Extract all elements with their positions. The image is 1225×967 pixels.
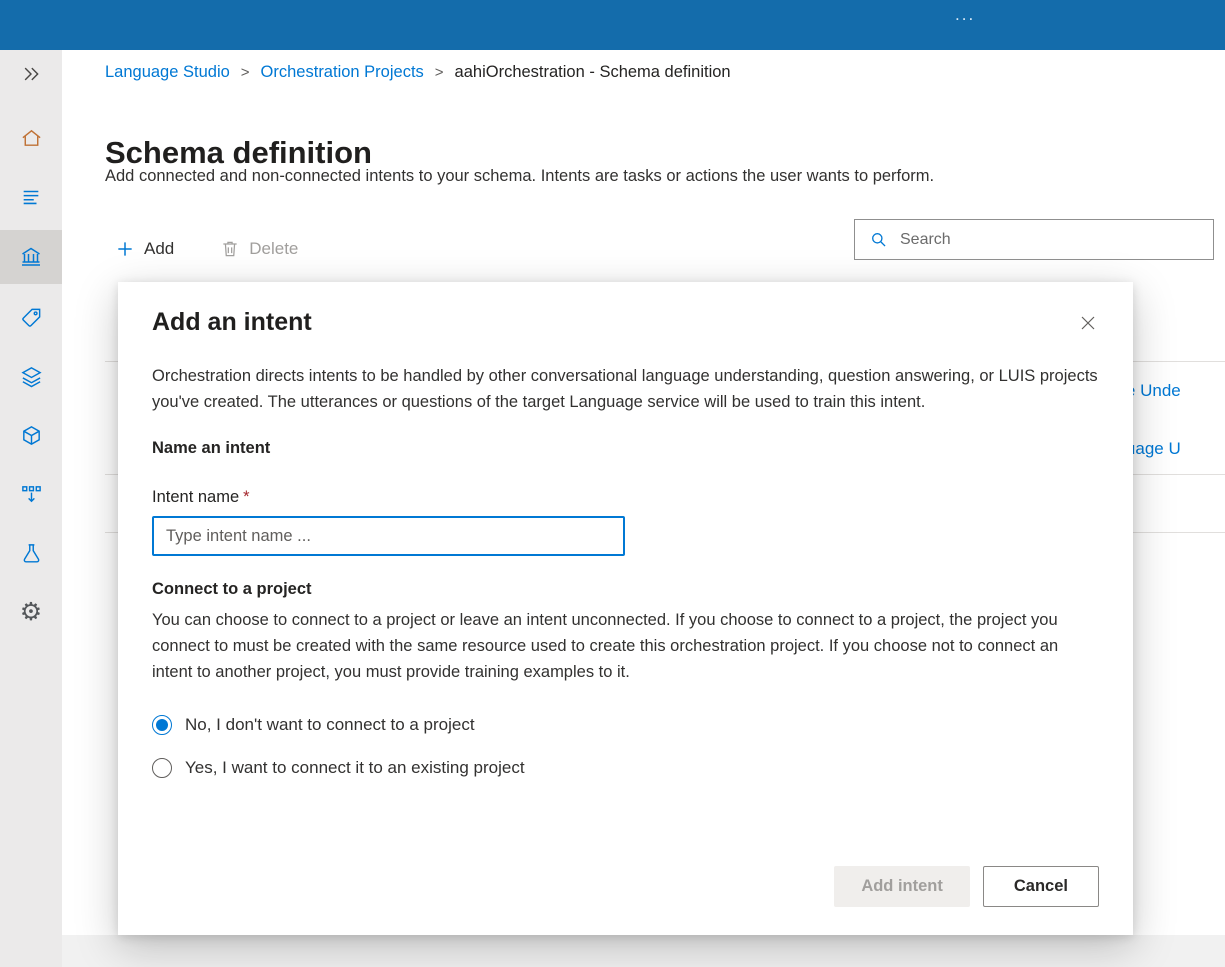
breadcrumb: Language Studio > Orchestration Projects…: [105, 63, 731, 82]
add-intent-dialog: Add an intent Orchestration directs inte…: [118, 282, 1133, 935]
search-input[interactable]: [898, 229, 1203, 250]
breadcrumb-language-studio[interactable]: Language Studio: [105, 63, 230, 82]
page-subtitle: Add connected and non-connected intents …: [105, 167, 935, 185]
delete-button[interactable]: Delete: [220, 239, 298, 259]
radio-option-no-connect[interactable]: No, I don't want to connect to a project: [152, 715, 1099, 735]
connect-description: You can choose to connect to a project o…: [152, 611, 1059, 681]
sidebar-item-settings[interactable]: ⚙: [0, 588, 62, 636]
search-icon: [869, 230, 888, 249]
dialog-footer: Add intent Cancel: [834, 866, 1099, 907]
plus-icon: [115, 239, 135, 259]
layers-icon: [20, 365, 43, 388]
radio-option-label: No, I don't want to connect to a project: [185, 715, 475, 734]
add-button-label: Add: [144, 239, 175, 258]
tag-icon: [20, 306, 43, 329]
sidebar-item-train[interactable]: [0, 352, 62, 400]
name-section-label: Name an intent: [152, 439, 271, 457]
close-button[interactable]: [1073, 308, 1103, 338]
sidebar-item-tag[interactable]: [0, 293, 62, 341]
trash-icon: [220, 239, 240, 259]
breadcrumb-separator: >: [434, 64, 444, 81]
add-button[interactable]: Add: [115, 239, 174, 259]
intent-name-label: Intent name *: [152, 488, 1099, 507]
more-options-icon[interactable]: ...: [955, 5, 975, 25]
sidebar: ⚙: [0, 50, 62, 967]
sidebar-expand-button[interactable]: [0, 50, 62, 98]
sidebar-item-deploy[interactable]: [0, 470, 62, 518]
flask-icon: [20, 542, 43, 565]
sidebar-item-schema-definition[interactable]: [0, 230, 62, 284]
command-bar: Add Delete: [115, 234, 298, 264]
list-icon: [20, 186, 42, 208]
delete-button-label: Delete: [249, 239, 299, 258]
double-chevron-right-icon: [21, 64, 41, 84]
close-icon: [1079, 314, 1097, 332]
sidebar-item-testing[interactable]: [0, 529, 62, 577]
cancel-button[interactable]: Cancel: [982, 866, 1099, 907]
breadcrumb-orchestration-projects[interactable]: Orchestration Projects: [261, 63, 424, 82]
radio-button-icon: [152, 758, 172, 778]
page-footer-band: [62, 935, 1225, 967]
topbar: ...: [0, 0, 1225, 50]
schema-icon: [19, 245, 43, 269]
sidebar-item-home[interactable]: [0, 114, 62, 162]
dialog-title: Add an intent: [152, 308, 312, 336]
gear-icon: ⚙: [19, 597, 43, 626]
sidebar-item-model[interactable]: [0, 411, 62, 459]
connect-radio-group: No, I don't want to connect to a project…: [152, 715, 1099, 778]
breadcrumb-separator: >: [240, 64, 250, 81]
radio-button-icon: [152, 715, 172, 735]
deploy-icon: [20, 483, 43, 506]
connect-section-label: Connect to a project: [152, 580, 312, 598]
cube-icon: [20, 424, 43, 447]
intent-name-input[interactable]: [152, 516, 625, 556]
intent-name-label-text: Intent name: [152, 488, 240, 506]
radio-option-connect-existing[interactable]: Yes, I want to connect it to an existing…: [152, 758, 1099, 778]
required-marker: *: [243, 488, 250, 506]
sidebar-item-list[interactable]: [0, 173, 62, 221]
radio-option-label: Yes, I want to connect it to an existing…: [185, 758, 525, 777]
add-intent-button[interactable]: Add intent: [834, 866, 970, 907]
breadcrumb-current: aahiOrchestration - Schema definition: [454, 63, 731, 81]
page-title: Schema definition: [105, 134, 372, 170]
dialog-description: Orchestration directs intents to be hand…: [152, 367, 1098, 411]
search-box: [854, 219, 1214, 260]
home-icon: [20, 127, 43, 150]
